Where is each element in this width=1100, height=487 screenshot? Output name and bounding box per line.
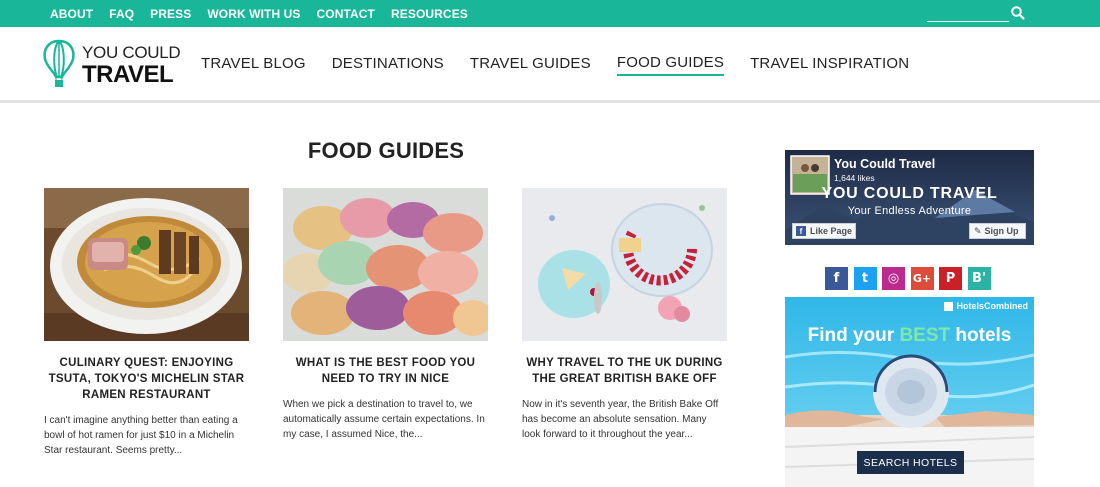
cake-and-berries-photo[interactable] (522, 188, 727, 341)
google-plus-icon[interactable]: G+ (910, 267, 934, 290)
topnav-press-link[interactable]: PRESS (150, 7, 191, 21)
hot-air-balloon-icon (43, 39, 75, 87)
bloglovin-icon[interactable]: B' (967, 267, 991, 290)
search-icon[interactable] (1010, 5, 1026, 21)
ad-title-best: BEST (899, 325, 951, 346)
hotelscombined-logo-icon (944, 301, 954, 311)
ad-title: Find your BEST hotels (785, 325, 1034, 347)
like-page-label: Like Page (810, 226, 853, 236)
site-header: YOU COULD TRAVEL TRAVEL BLOG DESTINATION… (0, 27, 1100, 103)
nav-food-guides[interactable]: FOOD GUIDES (616, 54, 725, 76)
search-hotels-button[interactable]: SEARCH HOTELS (857, 451, 964, 474)
nav-travel-inspiration[interactable]: TRAVEL INSPIRATION (750, 55, 909, 75)
facebook-icon: f (796, 226, 806, 236)
post-card: WHAT IS THE BEST FOOD YOU NEED TO TRY IN… (283, 188, 488, 442)
logo-text-bottom: TRAVEL (82, 61, 174, 88)
hotelscombined-brand-label: HotelsCombined (956, 301, 1028, 311)
topnav-about-link[interactable]: ABOUT (50, 7, 93, 21)
hotelscombined-brand: HotelsCombined (944, 301, 1028, 311)
facebook-page-name[interactable]: You Could Travel (834, 157, 935, 171)
facebook-banner-subtitle: Your Endless Adventure (847, 205, 972, 217)
top-nav: ABOUT FAQ PRESS WORK WITH US CONTACT RES… (42, 0, 476, 27)
facebook-likes-count: 1,644 likes (834, 173, 875, 183)
post-excerpt: When we pick a destination to travel to,… (283, 399, 485, 440)
post-card: WHY TRAVEL TO THE UK DURING THE GREAT BR… (522, 188, 727, 442)
twitter-icon[interactable]: t (853, 267, 877, 290)
post-title-link[interactable]: WHAT IS THE BEST FOOD YOU NEED TO TRY IN… (283, 355, 488, 387)
topnav-resources-link[interactable]: RESOURCES (391, 7, 468, 21)
nav-destinations[interactable]: DESTINATIONS (332, 55, 444, 75)
pinterest-icon[interactable]: P (939, 267, 962, 290)
ad-title-pre: Find your (807, 325, 900, 346)
page-title: FOOD GUIDES (307, 138, 465, 163)
top-bar: ABOUT FAQ PRESS WORK WITH US CONTACT RES… (0, 0, 1100, 27)
facebook-icon[interactable]: f (825, 267, 848, 290)
macarons-photo[interactable] (283, 188, 488, 341)
topnav-faq-link[interactable]: FAQ (109, 7, 134, 21)
post-title-link[interactable]: WHY TRAVEL TO THE UK DURING THE GREAT BR… (522, 355, 727, 387)
post-excerpt: Now in it's seventh year, the British Ba… (522, 399, 719, 440)
ad-title-post: hotels (950, 325, 1012, 346)
facebook-banner-title: YOU COULD TRAVEL (821, 185, 998, 202)
main-nav: TRAVEL BLOG DESTINATIONS TRAVEL GUIDES F… (188, 27, 922, 103)
nav-travel-guides[interactable]: TRAVEL GUIDES (470, 55, 591, 75)
facebook-page-widget[interactable]: You Could Travel 1,644 likes YOU COULD T… (785, 150, 1034, 245)
post-excerpt: I can't imagine anything better than eat… (44, 415, 238, 456)
hotels-ad[interactable]: HotelsCombined Find your BEST hotels SEA… (785, 297, 1034, 487)
social-links: f t ◎ G+ P B' (825, 267, 996, 290)
facebook-like-page-button[interactable]: f Like Page (792, 223, 856, 239)
facebook-signup-button[interactable]: ✎ Sign Up (969, 223, 1026, 239)
topnav-contact-link[interactable]: CONTACT (317, 7, 375, 21)
signup-label: Sign Up (984, 226, 1019, 236)
site-logo[interactable]: YOU COULD TRAVEL (42, 39, 181, 91)
post-title-link[interactable]: CULINARY QUEST: ENJOYING TSUTA, TOKYO'S … (44, 355, 249, 403)
instagram-icon[interactable]: ◎ (882, 267, 905, 290)
logo-text-top: YOU COULD (82, 43, 181, 62)
topnav-work-with-us-link[interactable]: WORK WITH US (207, 7, 300, 21)
nav-travel-blog[interactable]: TRAVEL BLOG (201, 55, 306, 75)
pencil-icon: ✎ (974, 225, 982, 236)
ramen-bowl-photo[interactable] (44, 188, 249, 341)
post-card: CULINARY QUEST: ENJOYING TSUTA, TOKYO'S … (44, 188, 249, 458)
search-input[interactable] (927, 4, 1009, 22)
